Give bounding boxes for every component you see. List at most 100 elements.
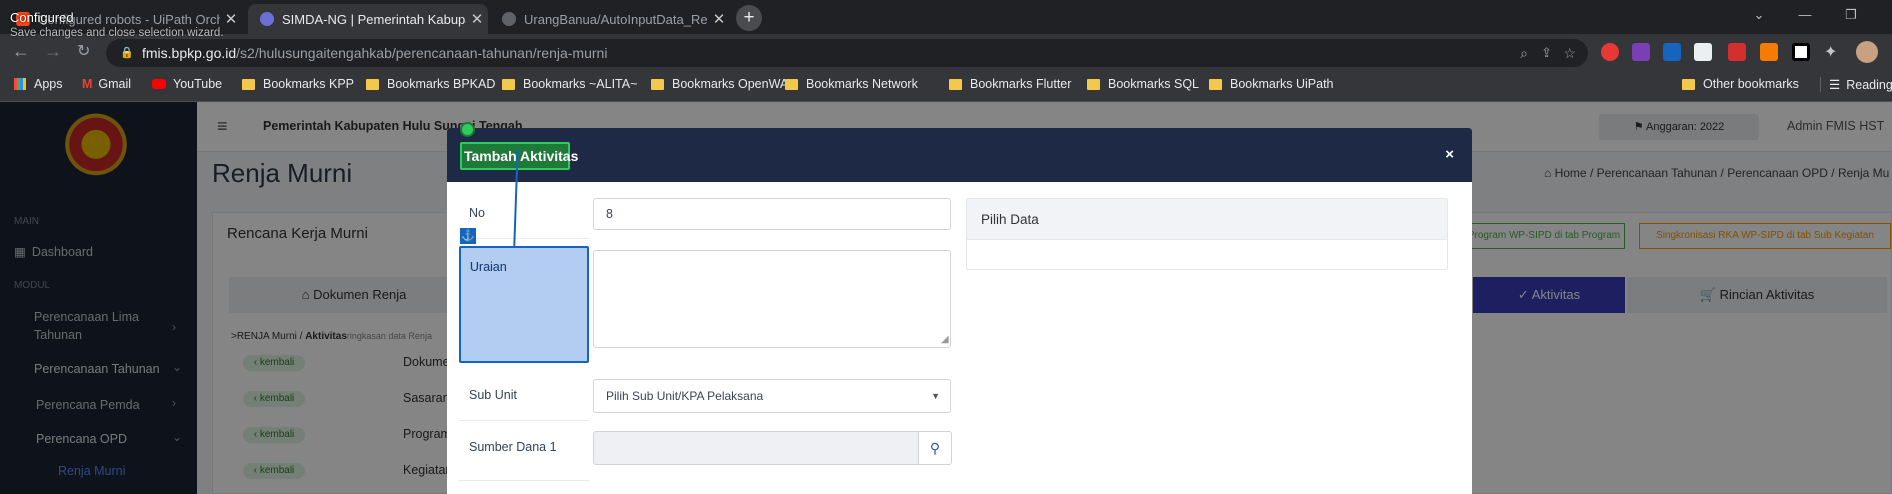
- search-icon: ⚲: [929, 440, 941, 456]
- uraian-anchor-label: Uraian: [470, 260, 507, 274]
- url-host: fmis.bpkp.go.id: [142, 45, 237, 61]
- extension-icon[interactable]: [1632, 43, 1650, 61]
- profile-avatar[interactable]: [1856, 41, 1878, 63]
- extension-icon[interactable]: [1760, 43, 1778, 61]
- tooltip-subtitle: Save changes and close selection wizard.: [10, 27, 224, 39]
- bookmark-folder[interactable]: Bookmarks SQL: [1087, 77, 1199, 91]
- youtube-icon: [152, 79, 166, 89]
- back-icon[interactable]: ←: [12, 41, 30, 62]
- minimize-button[interactable]: —: [1782, 0, 1828, 30]
- close-icon[interactable]: ×: [1445, 146, 1454, 163]
- bookmark-folder[interactable]: Bookmarks BPKAD: [366, 77, 495, 91]
- bookmark-label: Other bookmarks: [1703, 77, 1799, 91]
- target-icon[interactable]: [460, 122, 475, 137]
- extension-icon[interactable]: [1663, 43, 1681, 61]
- uipath-anchor-highlight[interactable]: Uraian: [459, 246, 589, 363]
- no-input[interactable]: 8: [593, 198, 951, 230]
- folder-icon: [785, 78, 798, 90]
- divider: [459, 238, 589, 239]
- lock-icon: 🔒: [120, 47, 134, 59]
- bookmark-label: Bookmarks UiPath: [1230, 77, 1334, 91]
- tab-title: UrangBanua/AutoInputData_Ren: [524, 11, 708, 27]
- anchor-icon[interactable]: ⚓: [460, 228, 476, 244]
- bookmark-label: Bookmarks SQL: [1108, 77, 1200, 91]
- zoom-icon[interactable]: ⌕: [1520, 39, 1528, 67]
- tambah-aktivitas-modal: × No 8 Uraian ◢ Sub Unit Pilih Sub Unit/…: [447, 128, 1472, 494]
- bookmark-folder[interactable]: Bookmarks Network: [785, 77, 918, 91]
- extension-icon[interactable]: [1601, 43, 1619, 61]
- bookmark-folder[interactable]: Bookmarks Flutter: [949, 77, 1071, 91]
- modal-title: Tambah Aktivitas: [464, 148, 579, 164]
- github-favicon-icon: [502, 12, 516, 26]
- bookmark-label: Bookmarks KPP: [263, 77, 355, 91]
- fmis-extension-icon[interactable]: [1694, 43, 1712, 61]
- bookmarks-bar: Apps M Gmail YouTube Bookmarks KPP Bookma…: [0, 70, 1892, 102]
- browser-tabstrip: Configured robots - UiPath Orch ✕ SIMDA-…: [0, 0, 1892, 34]
- sipd-extension-icon[interactable]: [1728, 43, 1746, 61]
- sub-unit-select[interactable]: Pilih Sub Unit/KPA Pelaksana ▼: [593, 379, 951, 413]
- bookmark-label: Bookmarks Network: [806, 77, 918, 91]
- reload-icon[interactable]: ↻: [77, 41, 90, 61]
- folder-icon: [1209, 78, 1222, 90]
- bookmark-label: Apps: [34, 77, 63, 91]
- bookmark-folder[interactable]: Bookmarks KPP: [242, 77, 354, 91]
- simda-favicon-icon: [260, 12, 274, 26]
- uraian-textarea[interactable]: [593, 250, 951, 348]
- resize-handle-icon[interactable]: ◢: [941, 334, 949, 345]
- sub-unit-label: Sub Unit: [469, 388, 517, 402]
- pilih-data-header: [967, 199, 1447, 240]
- forward-icon[interactable]: →: [44, 41, 62, 62]
- bookmark-label: YouTube: [173, 77, 223, 91]
- folder-icon: [1682, 78, 1695, 90]
- caret-down-icon: ▼: [931, 391, 940, 401]
- close-tab-icon[interactable]: ✕: [220, 10, 242, 28]
- search-button[interactable]: ⚲: [918, 431, 952, 465]
- divider: [459, 480, 589, 481]
- address-bar[interactable]: 🔒 fmis.bpkp.go.id/s2/hulusungaitengahkab…: [106, 39, 1588, 67]
- pilih-data-panel: Pilih Data: [966, 198, 1448, 270]
- bookmark-folder[interactable]: Bookmarks OpenWA: [651, 77, 788, 91]
- bookmark-label: Bookmarks Flutter: [970, 77, 1072, 91]
- apps-grid-icon: [14, 78, 26, 90]
- folder-icon: [1087, 78, 1100, 90]
- folder-icon: [949, 78, 962, 90]
- bookmark-label: Bookmarks ~ALITA~: [523, 77, 638, 91]
- youtube-bookmark[interactable]: YouTube: [152, 77, 222, 91]
- tab-title: SIMDA-NG | Pemerintah Kabupat: [282, 11, 466, 27]
- sumber-dana-label: Sumber Dana 1: [469, 440, 557, 454]
- bookmark-label: Bookmarks OpenWA: [672, 77, 789, 91]
- close-tab-icon[interactable]: ✕: [466, 10, 488, 28]
- url-path: /s2/hulusungaitengahkab/perencanaan-tahu…: [236, 45, 608, 61]
- pilih-data-title: Pilih Data: [981, 212, 1039, 227]
- bookmark-label: Bookmarks BPKAD: [387, 77, 496, 91]
- gmail-bookmark[interactable]: M Gmail: [82, 77, 131, 91]
- folder-icon: [502, 78, 515, 90]
- divider: [459, 420, 589, 421]
- puzzle-icon[interactable]: ✦: [1824, 42, 1837, 62]
- share-icon[interactable]: ⇪: [1541, 39, 1552, 67]
- bookmark-star-icon[interactable]: ☆: [1563, 39, 1576, 67]
- modal-header: ×: [447, 128, 1472, 182]
- new-tab-button[interactable]: +: [736, 5, 762, 31]
- folder-icon: [366, 78, 379, 90]
- tab-search-icon[interactable]: ⌄: [1736, 0, 1782, 30]
- other-bookmarks[interactable]: Other bookmarks: [1682, 77, 1799, 91]
- folder-icon: [242, 78, 255, 90]
- sub-unit-selected: Pilih Sub Unit/KPA Pelaksana: [606, 389, 764, 403]
- apps-bookmark[interactable]: Apps: [14, 77, 63, 91]
- bookmark-folder[interactable]: Bookmarks ~ALITA~: [502, 77, 637, 91]
- uipath-target-highlight[interactable]: Tambah Aktivitas: [460, 142, 578, 170]
- tooltip-title: Configured: [10, 10, 74, 25]
- gmail-icon: M: [82, 77, 93, 91]
- bookmark-folder[interactable]: Bookmarks UiPath: [1209, 77, 1334, 91]
- close-tab-icon[interactable]: ✕: [708, 10, 730, 28]
- bookmark-label: Reading l: [1846, 77, 1892, 92]
- tab-simda[interactable]: SIMDA-NG | Pemerintah Kabupat ✕: [248, 4, 488, 34]
- reading-list[interactable]: ☰ Reading l: [1820, 77, 1892, 92]
- reading-list-icon: ☰: [1829, 78, 1841, 92]
- no-label: No: [469, 206, 485, 220]
- sumber-dana-input[interactable]: [593, 431, 919, 465]
- tab-github[interactable]: UrangBanua/AutoInputData_Ren ✕: [490, 4, 730, 34]
- maximize-button[interactable]: ❐: [1828, 0, 1874, 30]
- extension-icon[interactable]: [1792, 43, 1810, 61]
